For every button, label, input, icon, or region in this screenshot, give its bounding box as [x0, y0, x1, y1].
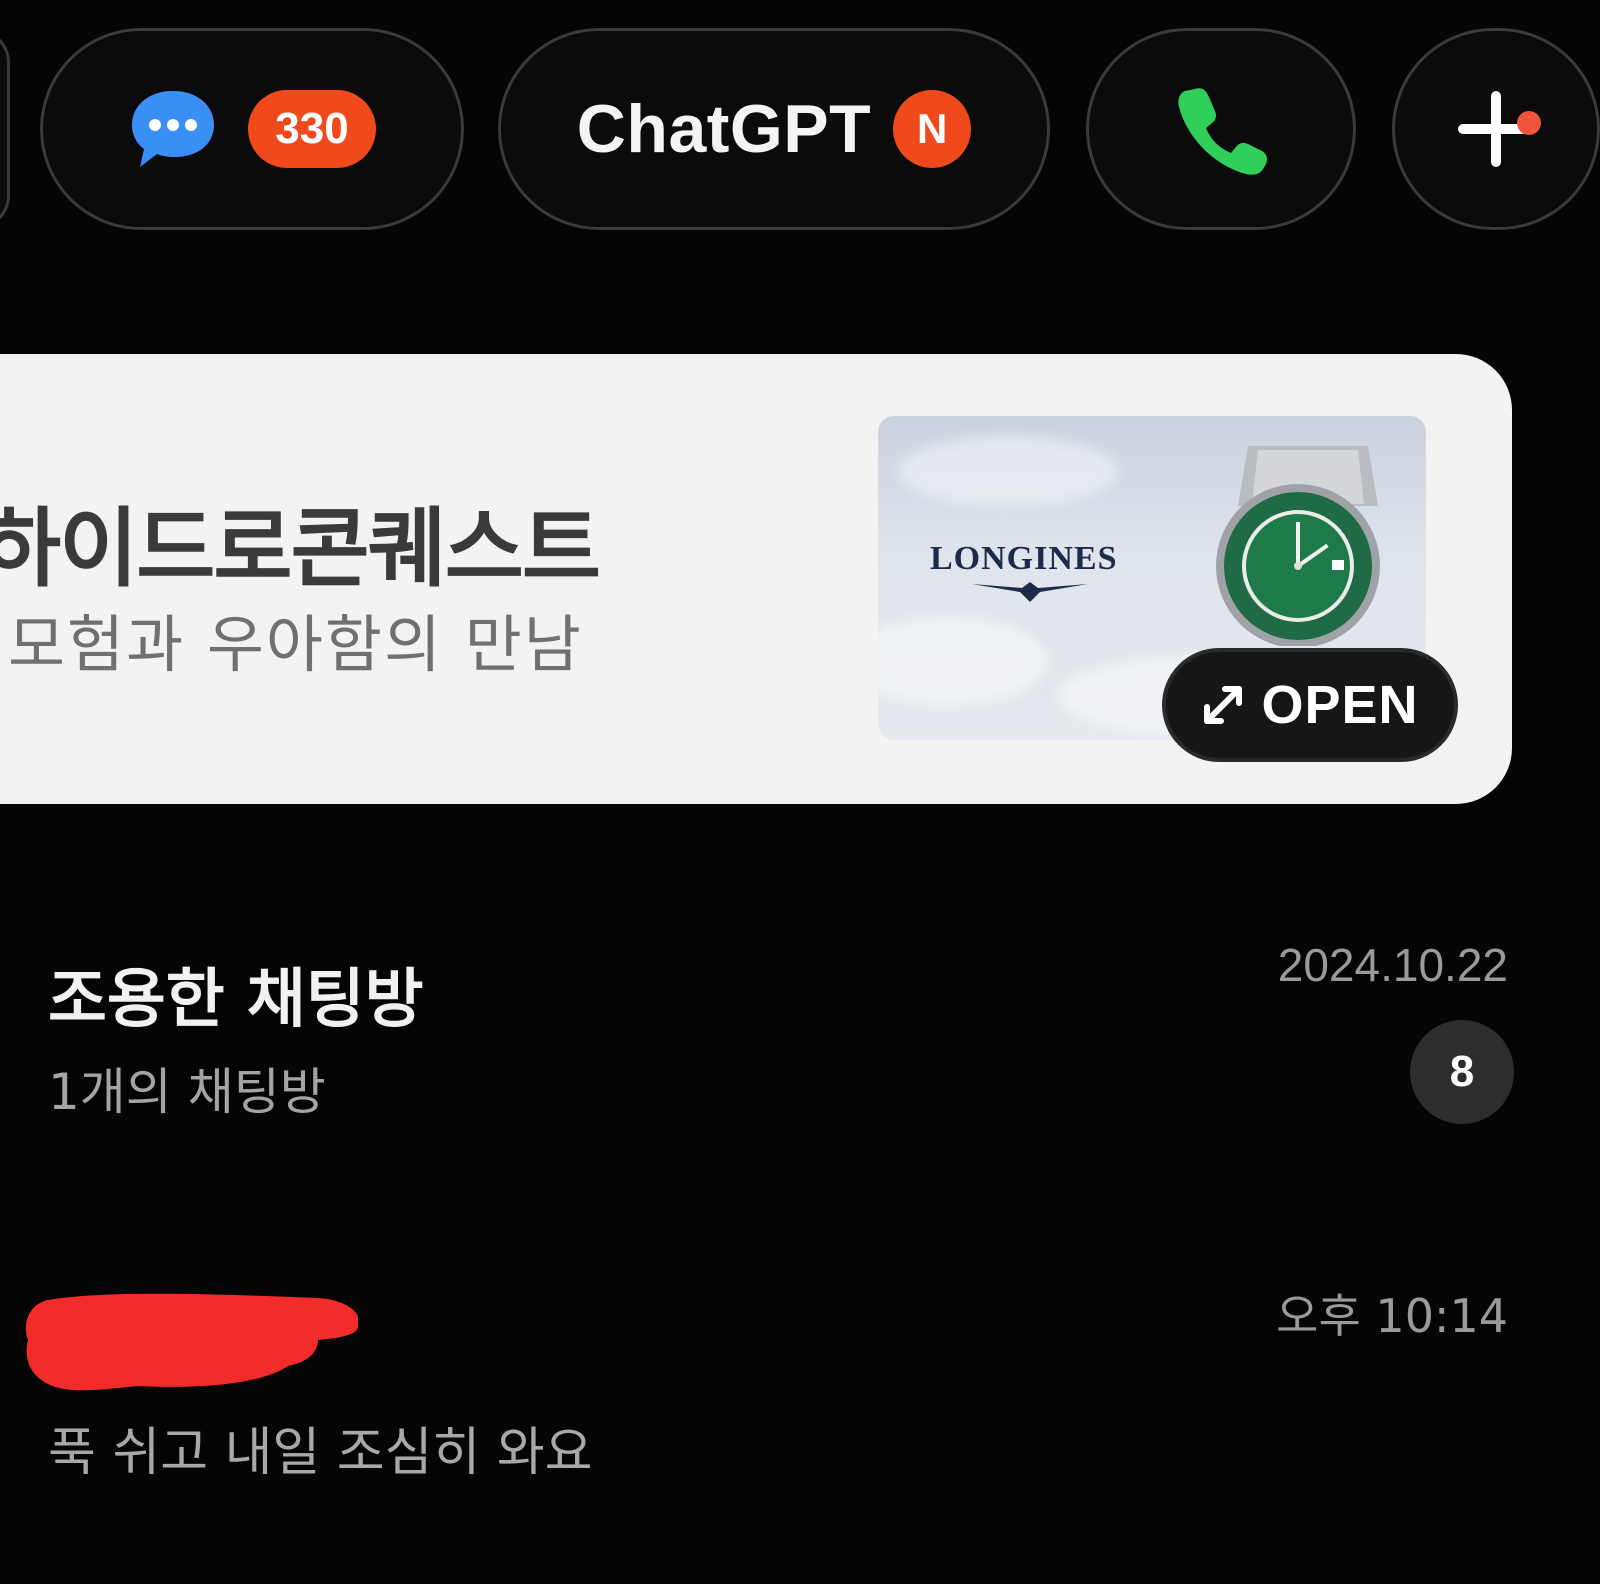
brand-wings-logo: [972, 582, 1088, 602]
open-ad-button[interactable]: OPEN: [1162, 648, 1458, 762]
chatgpt-pill[interactable]: ChatGPT N: [498, 28, 1050, 230]
add-pill[interactable]: [1392, 28, 1600, 230]
call-pill[interactable]: [1086, 28, 1356, 230]
chat-room-subtitle: 1개의 채팅방: [48, 1063, 326, 1121]
chat-room-date: 2024.10.22: [1277, 939, 1508, 991]
ad-subtitle: 모험과 우아함의 만남: [8, 608, 583, 681]
notification-dot: [1517, 111, 1541, 135]
chat-last-message[interactable]: 푹 쉬고 내일 조심히 와요: [48, 1410, 593, 1485]
chatgpt-label: ChatGPT: [576, 91, 872, 167]
brand-logo: LONGINES: [930, 540, 1118, 577]
phone-icon: [1173, 81, 1269, 177]
expand-arrow-icon: [1204, 686, 1243, 724]
watch-image: [1216, 446, 1380, 646]
chat-bubble-icon: [128, 87, 218, 171]
partial-pill-left[interactable]: [0, 28, 10, 230]
ad-title: 하이드로콘퀘스트: [0, 499, 601, 599]
unread-badge: 8: [1410, 1020, 1514, 1124]
screen: 330 ChatGPT N 하이드로콘퀘스트 모험과 우아함의 만남 LONGI…: [0, 0, 1600, 1584]
chat-room-title[interactable]: 조용한 채팅방: [48, 948, 424, 1040]
open-label: OPEN: [1261, 675, 1419, 735]
unread-count-badge: 330: [248, 90, 376, 168]
new-badge: N: [893, 90, 972, 168]
redacted-name: [25, 1293, 358, 1391]
chats-pill[interactable]: 330: [40, 28, 464, 230]
chat-time: 오후 10:14: [1276, 1289, 1508, 1343]
